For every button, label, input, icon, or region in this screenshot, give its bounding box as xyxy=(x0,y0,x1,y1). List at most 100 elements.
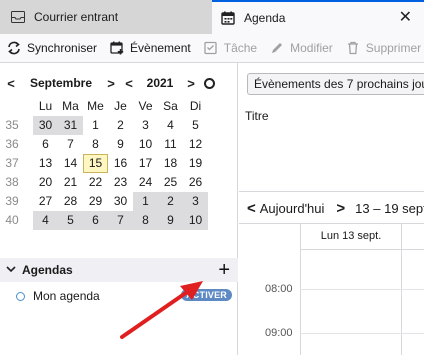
minimonth-day[interactable]: 15 xyxy=(83,154,108,173)
delete-label: Supprimer xyxy=(365,41,422,55)
minimonth-day[interactable]: 8 xyxy=(133,211,158,230)
next-month-icon[interactable]: > xyxy=(104,76,118,91)
weekday-header: Ma xyxy=(62,99,79,113)
minimonth-day[interactable]: 7 xyxy=(58,135,83,154)
pencil-icon xyxy=(269,40,285,56)
minimonth-day[interactable]: 25 xyxy=(158,173,183,192)
week-number: 35 xyxy=(5,118,19,132)
edit-label: Modifier xyxy=(290,41,333,55)
upcoming-events-filter[interactable]: Évènements des 7 prochains jours xyxy=(247,73,424,95)
chevron-down-icon[interactable] xyxy=(6,265,16,276)
minimonth-day[interactable]: 9 xyxy=(108,135,133,154)
today-button[interactable]: Aujourd'hui xyxy=(260,201,325,216)
new-event-label: Évènement xyxy=(130,41,191,55)
new-event-icon xyxy=(109,40,125,56)
enable-calendar-badge[interactable]: ACTIVER xyxy=(181,289,232,301)
minimonth-day[interactable]: 4 xyxy=(33,211,58,230)
minimonth-year: 2021 xyxy=(146,76,174,90)
view-navigation: < Aujourd'hui > 13 – 19 sept. xyxy=(239,195,424,221)
weekday-header: Me xyxy=(87,99,104,113)
minimonth-day[interactable]: 18 xyxy=(158,154,183,173)
allday-divider xyxy=(300,249,424,250)
minimonth-day[interactable]: 6 xyxy=(83,211,108,230)
prev-year-icon[interactable]: < xyxy=(122,76,136,91)
sync-button[interactable]: Synchroniser xyxy=(0,36,103,60)
week-row: 36 6 7 8 9 10 11 12 xyxy=(0,135,236,154)
add-calendar-button[interactable]: + xyxy=(218,259,230,281)
minimonth-day[interactable]: 23 xyxy=(108,173,133,192)
tab-agenda[interactable]: Agenda ✕ xyxy=(212,0,424,34)
weekday-header: Lu xyxy=(38,99,53,113)
week-number: 39 xyxy=(5,194,19,208)
calendar-color-icon[interactable] xyxy=(16,291,25,301)
week-number: 40 xyxy=(5,213,19,227)
pane-splitter[interactable] xyxy=(239,191,424,192)
trash-icon xyxy=(345,40,361,56)
week-row: 38 20 21 22 23 24 25 26 xyxy=(0,173,236,192)
minimonth-day[interactable]: 9 xyxy=(158,211,183,230)
minimonth-day[interactable]: 28 xyxy=(58,192,83,211)
calendar-list-item[interactable]: Mon agenda ACTIVER xyxy=(0,286,238,306)
week-number: 37 xyxy=(5,156,19,170)
calendar-toolbar: Synchroniser Évènement Tâche Modifier Su… xyxy=(0,34,424,63)
new-task-button[interactable]: Tâche xyxy=(197,36,263,60)
calendar-sidebar: < Septembre > < 2021 > Lu Ma Me Je Ve Sa Di 35 3… xyxy=(0,63,238,355)
minimonth-day[interactable]: 13 xyxy=(33,154,58,173)
minimonth-day[interactable]: 21 xyxy=(58,173,83,192)
prev-period-icon[interactable]: < xyxy=(247,200,256,217)
minimonth-day[interactable]: 2 xyxy=(108,116,133,135)
minimonth-day[interactable]: 3 xyxy=(133,116,158,135)
minimonth-day[interactable]: 6 xyxy=(33,135,58,154)
minimonth-day[interactable]: 22 xyxy=(83,173,108,192)
minimonth-day[interactable]: 2 xyxy=(158,192,183,211)
minimonth-day[interactable]: 20 xyxy=(33,173,58,192)
minimonth-day[interactable]: 3 xyxy=(183,192,208,211)
minimonth-day[interactable]: 30 xyxy=(108,192,133,211)
edit-button[interactable]: Modifier xyxy=(263,36,339,60)
tab-inbox[interactable]: Courrier entrant xyxy=(0,0,212,34)
next-period-icon[interactable]: > xyxy=(336,200,345,217)
minimonth-day[interactable]: 10 xyxy=(183,211,208,230)
view-range-label: 13 – 19 sept. xyxy=(355,200,424,216)
minimonth-month: Septembre xyxy=(29,76,93,90)
delete-button[interactable]: Supprimer xyxy=(339,36,424,60)
minimonth-day[interactable]: 29 xyxy=(83,192,108,211)
minimonth-day[interactable]: 26 xyxy=(183,173,208,192)
sync-icon xyxy=(6,40,22,56)
minimonth-day[interactable]: 1 xyxy=(133,192,158,211)
minimonth-day[interactable]: 12 xyxy=(183,135,208,154)
minimonth-day[interactable]: 19 xyxy=(183,154,208,173)
unifinder-title-column[interactable]: Titre xyxy=(245,109,269,123)
weekday-header: Ve xyxy=(138,99,153,113)
tab-agenda-label: Agenda xyxy=(244,11,286,25)
minimonth-day[interactable]: 16 xyxy=(108,154,133,173)
minimonth-day[interactable]: 31 xyxy=(58,116,83,135)
minimonth-day[interactable]: 8 xyxy=(83,135,108,154)
minimonth-day[interactable]: 4 xyxy=(158,116,183,135)
new-event-button[interactable]: Évènement xyxy=(103,36,197,60)
week-row: 37 13 14 15 16 17 18 19 xyxy=(0,154,236,173)
hour-line xyxy=(300,289,424,290)
prev-month-icon[interactable]: < xyxy=(4,76,18,91)
week-number: 38 xyxy=(5,175,19,189)
week-row: 39 27 28 29 30 1 2 3 xyxy=(0,192,236,211)
minimonth-day[interactable]: 10 xyxy=(133,135,158,154)
minimonth-day[interactable]: 5 xyxy=(58,211,83,230)
calendar-icon xyxy=(220,10,236,26)
minimonth-day[interactable]: 7 xyxy=(108,211,133,230)
minimonth-day[interactable]: 11 xyxy=(158,135,183,154)
day-column-header[interactable]: Lun 13 sept. xyxy=(301,227,401,245)
minimonth-day[interactable]: 1 xyxy=(83,116,108,135)
minimonth-day[interactable]: 14 xyxy=(58,154,83,173)
minimonth-day[interactable]: 5 xyxy=(183,116,208,135)
minimonth-day[interactable]: 24 xyxy=(133,173,158,192)
calendar-name: Mon agenda xyxy=(33,289,100,303)
mail-icon xyxy=(10,9,26,25)
minimonth-day[interactable]: 27 xyxy=(33,192,58,211)
minimonth-day[interactable]: 30 xyxy=(33,116,58,135)
go-to-today-icon[interactable] xyxy=(204,77,215,89)
next-year-icon[interactable]: > xyxy=(184,76,198,91)
minimonth-day[interactable]: 17 xyxy=(133,154,158,173)
close-tab-icon[interactable]: ✕ xyxy=(399,10,412,26)
tab-bar: Courrier entrant Agenda ✕ xyxy=(0,0,424,34)
